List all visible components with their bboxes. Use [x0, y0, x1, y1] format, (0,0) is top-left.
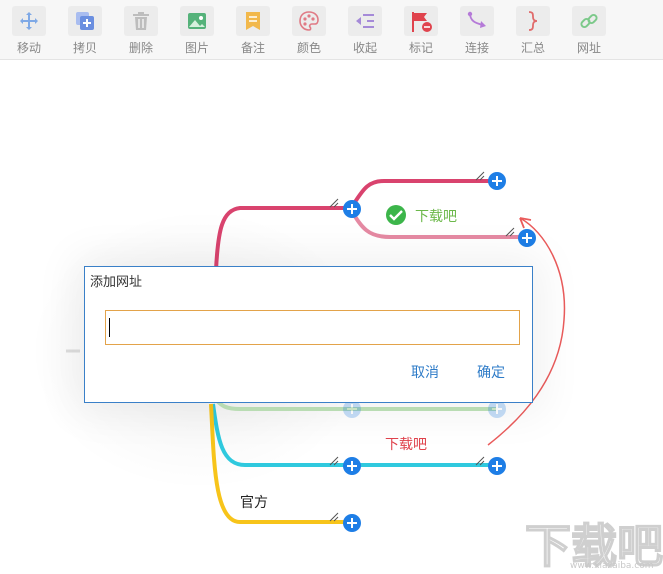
link-icon-bg [572, 6, 606, 36]
flag-button[interactable]: 标记 [393, 0, 449, 59]
resize-marker [505, 227, 515, 237]
summary-label: 汇总 [520, 41, 545, 55]
resize-marker [475, 171, 485, 181]
connect-button[interactable]: 连接 [449, 0, 505, 59]
link-icon [580, 13, 598, 29]
expand-button[interactable] [518, 229, 536, 247]
add-url-dialog: 添加网址 取消 确定 [84, 266, 533, 403]
collapse-icon [356, 14, 374, 28]
collapse-button[interactable]: 收起 [337, 0, 393, 59]
note-icon-bg [236, 6, 270, 36]
expand-button[interactable] [488, 172, 506, 190]
copy-button[interactable]: 拷贝 [57, 0, 113, 59]
copy-icon [76, 12, 94, 30]
dialog-title: 添加网址 [90, 275, 143, 290]
node-downloadba-red[interactable]: 下载吧 [385, 434, 427, 454]
copy-label: 拷贝 [72, 41, 97, 55]
check-icon [386, 205, 406, 225]
color-button[interactable]: 颜色 [281, 0, 337, 59]
connect-icon-bg [460, 6, 494, 36]
resize-marker [329, 198, 339, 208]
palette-icon [299, 11, 319, 31]
summary-button[interactable]: 汇总 [505, 0, 561, 59]
cancel-button[interactable]: 取消 [411, 362, 439, 382]
resize-marker [329, 512, 339, 522]
flag-label: 标记 [408, 41, 433, 55]
expand-button[interactable] [488, 457, 506, 475]
url-input[interactable] [105, 310, 520, 345]
summary-icon [528, 11, 538, 31]
delete-button[interactable]: 删除 [113, 0, 169, 59]
note-label: 备注 [240, 41, 265, 55]
node-official[interactable]: 官方 [240, 492, 268, 512]
expand-button[interactable] [343, 457, 361, 475]
palette-icon-bg [292, 6, 326, 36]
collapse-label: 收起 [352, 41, 377, 55]
pink-sub-branch-top [349, 179, 496, 210]
note-icon [246, 12, 260, 30]
move-label: 移动 [16, 41, 41, 55]
connect-label: 连接 [464, 41, 489, 55]
delete-label: 删除 [128, 41, 153, 55]
node-downloadba-green[interactable]: 下载吧 [415, 206, 457, 226]
move-button[interactable]: 移动 [1, 0, 57, 59]
expand-button[interactable] [343, 200, 361, 218]
note-button[interactable]: 备注 [225, 0, 281, 59]
toolbar: 移动 拷贝 删除 图片 备注 颜色 收起 标记 连接 汇总 网址 [0, 0, 663, 60]
image-icon [188, 13, 206, 29]
watermark-url: www.xiazaiba.com [570, 561, 654, 571]
expand-button[interactable] [343, 514, 361, 532]
link-button[interactable]: 网址 [561, 0, 617, 59]
connect-icon [467, 11, 486, 28]
image-icon-bg [180, 6, 214, 36]
delete-icon [133, 12, 149, 30]
move-icon-bg [12, 6, 46, 36]
text-caret [109, 318, 110, 337]
delete-icon-bg [124, 6, 158, 36]
ok-button[interactable]: 确定 [477, 362, 505, 382]
summary-icon-bg [516, 6, 550, 36]
move-icon [20, 12, 38, 30]
image-label: 图片 [184, 41, 209, 55]
image-button[interactable]: 图片 [169, 0, 225, 59]
collapse-icon-bg [348, 6, 382, 36]
flag-icon [412, 12, 432, 32]
color-label: 颜色 [296, 41, 321, 55]
copy-icon-bg [68, 6, 102, 36]
flag-icon-bg [404, 6, 438, 36]
link-label: 网址 [576, 41, 601, 55]
